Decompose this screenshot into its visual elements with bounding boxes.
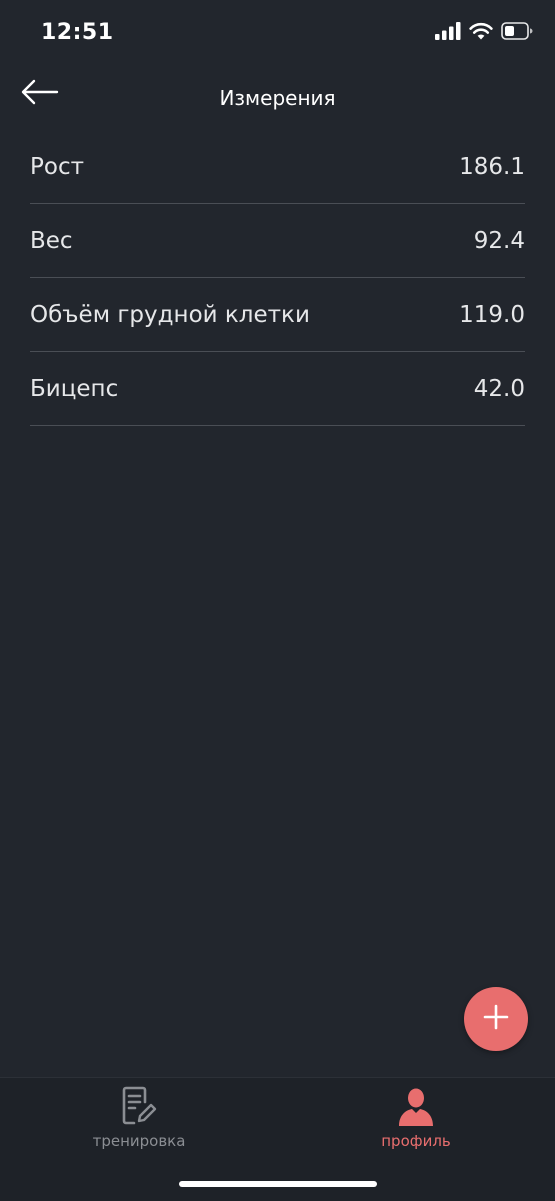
status-time: 12:51 xyxy=(41,20,114,45)
tab-training-label: тренировка xyxy=(92,1132,186,1150)
measurement-row-weight[interactable]: Вес 92.4 xyxy=(30,204,525,278)
measurement-value: 92.4 xyxy=(473,227,525,254)
measurement-label: Бицепс xyxy=(30,375,119,402)
document-edit-icon xyxy=(121,1086,157,1130)
measurement-row-chest[interactable]: Объём грудной клетки 119.0 xyxy=(30,278,525,352)
measurement-value: 186.1 xyxy=(459,153,525,180)
battery-icon xyxy=(501,22,533,44)
status-bar: 12:51 xyxy=(0,0,555,68)
add-measurement-button[interactable] xyxy=(464,987,528,1051)
measurement-value: 119.0 xyxy=(459,301,525,328)
measurement-label: Вес xyxy=(30,227,73,254)
measurement-label: Объём грудной клетки xyxy=(30,301,310,328)
tab-training[interactable]: тренировка xyxy=(69,1086,209,1150)
wifi-icon xyxy=(469,22,493,44)
header: Измерения xyxy=(0,68,555,132)
user-icon xyxy=(396,1086,436,1130)
measurement-value: 42.0 xyxy=(473,375,525,402)
measurement-row-biceps[interactable]: Бицепс 42.0 xyxy=(30,352,525,426)
measurements-list: Рост 186.1 Вес 92.4 Объём грудной клетки… xyxy=(30,130,525,426)
measurement-label: Рост xyxy=(30,153,84,180)
plus-icon xyxy=(483,1004,509,1034)
home-indicator xyxy=(179,1181,377,1187)
page-title: Измерения xyxy=(219,86,336,110)
measurement-row-height[interactable]: Рост 186.1 xyxy=(30,130,525,204)
tab-profile[interactable]: профиль xyxy=(346,1086,486,1150)
signal-icon xyxy=(435,22,461,44)
tab-profile-label: профиль xyxy=(381,1132,451,1150)
status-icons xyxy=(435,22,533,44)
